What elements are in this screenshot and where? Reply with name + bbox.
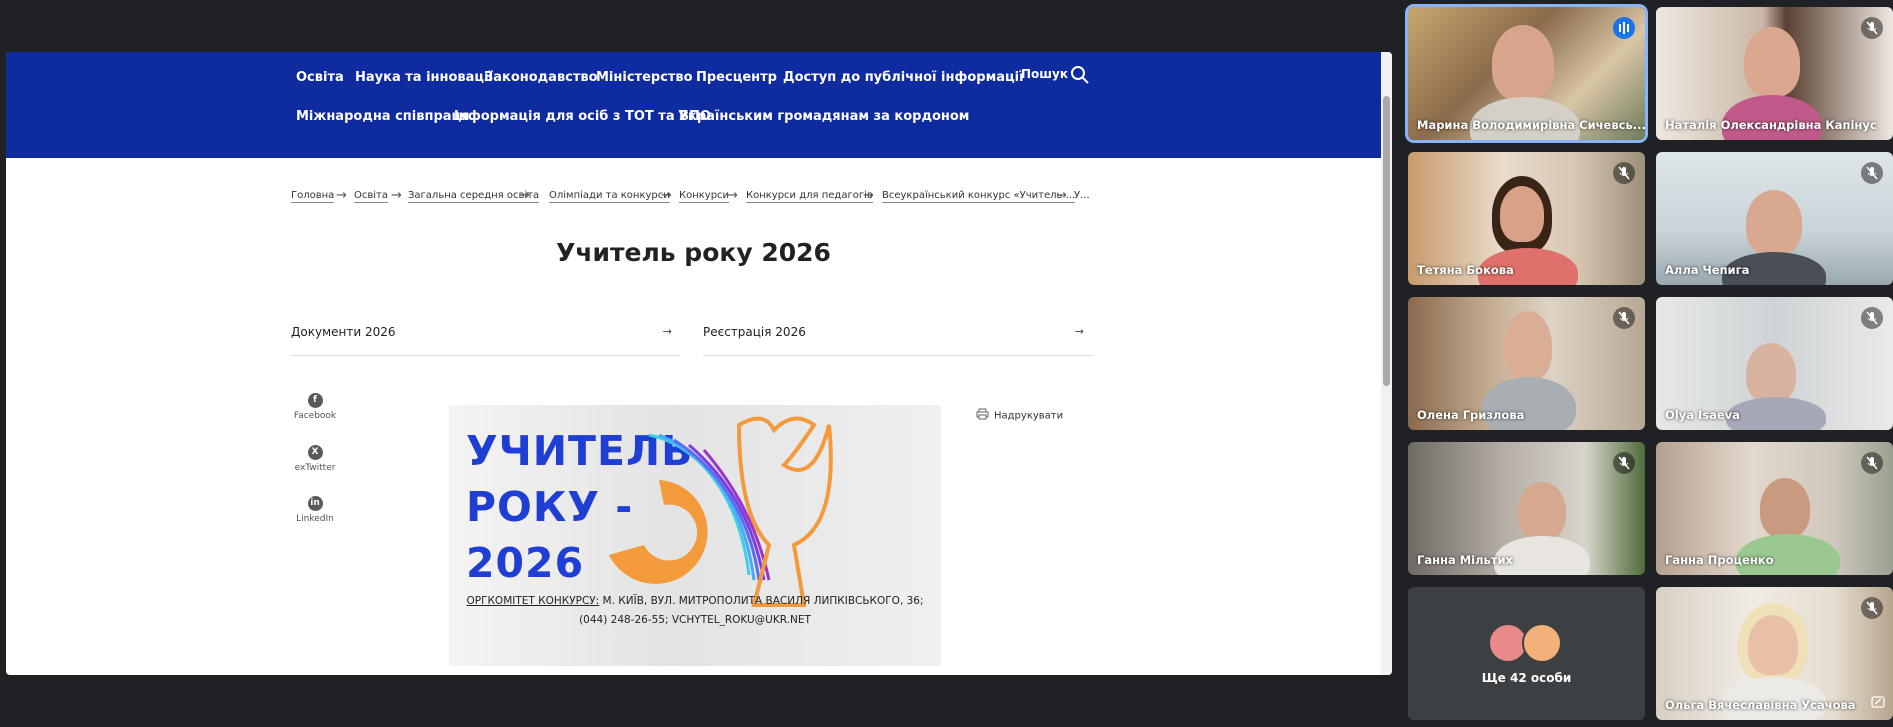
participant-video	[1482, 377, 1576, 430]
share-facebook-label: Facebook	[293, 411, 337, 421]
share-linkedin-label: LinkedIn	[296, 514, 334, 524]
arrow-right-icon: →	[662, 325, 672, 338]
arrow-right-icon: →	[863, 188, 874, 203]
registration-link[interactable]: Реєстрація 2026 →	[703, 325, 1092, 356]
participant-video	[1760, 478, 1810, 538]
participant-avatar	[1522, 623, 1562, 663]
site-header: Освіта Наука та інновації Законодавство …	[6, 52, 1381, 158]
participant-tile[interactable]: Наталія Олександрівна Капінус	[1656, 7, 1893, 140]
registration-link-label: Реєстрація 2026	[703, 325, 806, 339]
banner-contacts: (044) 248-26-55; VCHYTEL_ROKU@UKR.NET	[579, 614, 811, 626]
breadcrumb-item[interactable]: Олімпіади та конкурси	[549, 190, 670, 203]
banner-org-address: М. КИЇВ, ВУЛ. МИТРОПОЛИТА ВАСИЛЯ ЛИПКІВС…	[599, 595, 924, 607]
participant-tile[interactable]: Алла Чепига	[1656, 152, 1893, 285]
shared-screen: Освіта Наука та інновації Законодавство …	[6, 52, 1392, 675]
pin-icon[interactable]	[1871, 693, 1885, 712]
arrow-right-icon: →	[336, 188, 347, 203]
nav-nauka[interactable]: Наука та інновації	[355, 70, 493, 85]
participant-video	[1726, 397, 1826, 430]
mic-off-icon	[1861, 307, 1883, 329]
arrow-right-icon: →	[519, 188, 530, 203]
mic-off-icon	[1861, 162, 1883, 184]
mic-off-icon	[1861, 597, 1883, 619]
mic-off-icon	[1613, 452, 1635, 474]
share-twitter[interactable]: X exTwitter	[284, 445, 346, 473]
breadcrumb-item[interactable]: Всеукраїнський конкурс «Учитель ...	[882, 190, 1076, 203]
search-label[interactable]: Пошук	[1021, 67, 1068, 81]
nav-abroad[interactable]: Українським громадянам за кордоном	[678, 109, 969, 124]
scrollbar-thumb[interactable]	[1383, 96, 1390, 386]
participant-video	[1504, 311, 1552, 381]
search-icon[interactable]	[1070, 65, 1090, 89]
breadcrumb-item[interactable]: Конкурси для педагогів	[746, 190, 873, 203]
arrow-right-icon: →	[1056, 188, 1067, 203]
share-facebook[interactable]: f Facebook	[284, 393, 346, 421]
breadcrumb-item[interactable]: Освіта	[354, 190, 388, 203]
participant-name: Ольга Вячеславівна Усачова	[1665, 698, 1856, 712]
page-title: Учитель року 2026	[556, 238, 831, 267]
nav-tot-vpo[interactable]: Інформація для осіб з ТОТ та ВПО	[454, 109, 711, 124]
participant-video	[1518, 482, 1566, 540]
participant-name: Тетяна Бокова	[1417, 263, 1514, 277]
arrow-right-icon: →	[661, 188, 672, 203]
mic-off-icon	[1861, 452, 1883, 474]
banner-org-label: ОРГКОМІТЕТ КОНКУРСУ:	[466, 595, 600, 607]
participant-tile[interactable]: Ганна Проценко	[1656, 442, 1893, 575]
banner-address: ОРГКОМІТЕТ КОНКУРСУ: М. КИЇВ, ВУЛ. МИТРО…	[449, 595, 941, 607]
breadcrumb-current: У...	[1074, 190, 1090, 201]
nav-zakonodavstvo[interactable]: Законодавство	[484, 70, 598, 85]
print-button[interactable]: Надрукувати	[976, 408, 1063, 423]
breadcrumb-item[interactable]: Головна	[291, 190, 335, 203]
nav-international[interactable]: Міжнародна співпраця	[296, 109, 470, 124]
share-twitter-label: exTwitter	[294, 463, 336, 473]
share-linkedin[interactable]: in LinkedIn	[284, 496, 346, 524]
participant-name: Olya Isaeva	[1665, 408, 1740, 422]
documents-link-label: Документи 2026	[291, 325, 396, 339]
mic-off-icon	[1613, 307, 1635, 329]
banner-line3: 2026	[466, 539, 585, 587]
nav-ministerstvo[interactable]: Міністерство	[596, 70, 693, 85]
participant-tile[interactable]: Olya Isaeva	[1656, 297, 1893, 430]
arrow-right-icon: →	[1074, 325, 1084, 338]
print-label: Надрукувати	[994, 410, 1064, 422]
arrow-right-icon: →	[727, 188, 738, 203]
participant-video	[1746, 190, 1802, 256]
nav-osvita[interactable]: Освіта	[296, 70, 344, 85]
participant-name: Олена Гризлова	[1417, 408, 1525, 422]
participant-tile[interactable]: Марина Володимирівна Сичевсь...	[1408, 7, 1645, 140]
documents-link[interactable]: Документи 2026 →	[291, 325, 680, 356]
participant-name: Ганна Мільтих	[1417, 553, 1513, 567]
teacher-of-year-banner: УЧИТЕЛЬ РОКУ - 2026 ОРГКОМІТЕТ КОНКУРСУ:…	[449, 405, 941, 666]
participant-name: Ганна Проценко	[1665, 553, 1774, 567]
participant-tile[interactable]: Олена Гризлова	[1408, 297, 1645, 430]
breadcrumb-item[interactable]: Конкурси	[679, 190, 730, 203]
participant-video	[1748, 615, 1798, 675]
linkedin-icon: in	[307, 496, 323, 511]
participant-name: Наталія Олександрівна Капінус	[1665, 118, 1877, 132]
participant-video	[1744, 27, 1800, 97]
x-twitter-icon: X	[307, 445, 323, 460]
participant-tile[interactable]: Тетяна Бокова	[1408, 152, 1645, 285]
arrow-right-icon: →	[391, 188, 402, 203]
participant-video	[1746, 343, 1796, 403]
participant-tile[interactable]: Ганна Мільтих	[1408, 442, 1645, 575]
more-participants-tile[interactable]: Ще 42 особи	[1408, 587, 1645, 720]
participant-tile[interactable]: Ольга Вячеславівна Усачова	[1656, 587, 1893, 720]
participant-video	[1492, 25, 1554, 101]
participant-video	[1500, 186, 1544, 242]
participant-name: Марина Володимирівна Сичевсь...	[1417, 118, 1645, 132]
scrollbar[interactable]	[1381, 52, 1392, 675]
facebook-icon: f	[307, 393, 323, 408]
mic-off-icon	[1861, 17, 1883, 39]
angel-logo-icon	[609, 416, 833, 607]
mic-off-icon	[1613, 162, 1635, 184]
nav-prescentr[interactable]: Пресцентр	[696, 70, 777, 85]
printer-icon	[976, 408, 989, 423]
participant-name: Алла Чепига	[1665, 263, 1750, 277]
more-participants-label: Ще 42 особи	[1481, 671, 1572, 685]
speaking-indicator-icon	[1613, 17, 1635, 39]
nav-public-info[interactable]: Доступ до публічної інформації	[783, 70, 1024, 85]
